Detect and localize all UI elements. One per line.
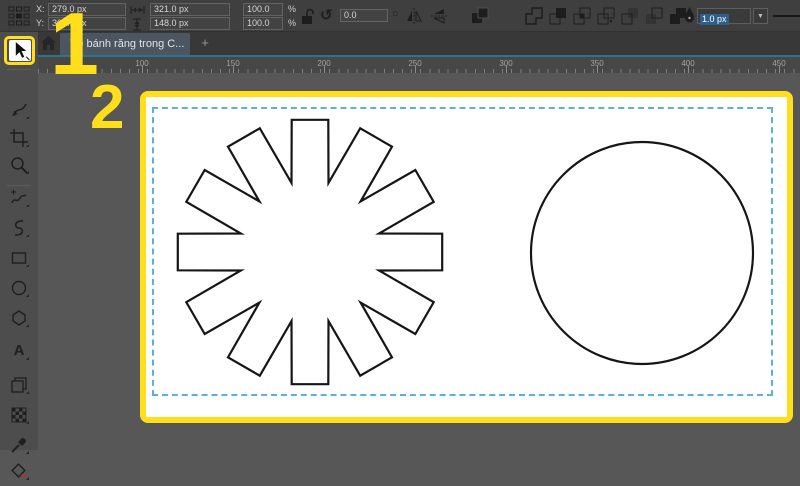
outline-style-preview[interactable] xyxy=(773,15,800,17)
outline-width-combo[interactable]: 1.0 px xyxy=(697,8,751,25)
toolbox: A xyxy=(0,32,38,480)
rectangle-tool[interactable] xyxy=(9,248,29,268)
y-label: Y: xyxy=(36,18,45,28)
smart-fill-tool[interactable] xyxy=(9,461,29,481)
smart-drawing-tool[interactable] xyxy=(9,218,29,238)
new-tab-button[interactable]: + xyxy=(196,35,214,50)
object-position-icon xyxy=(8,6,30,26)
outline-width-dropdown-arrow[interactable]: ▼ xyxy=(753,8,768,24)
ruler-major-tick xyxy=(415,66,416,73)
weld-button[interactable] xyxy=(524,6,544,26)
text-tool[interactable]: A xyxy=(9,341,29,361)
trim-button[interactable] xyxy=(548,6,568,26)
percent-h-label: % xyxy=(288,4,297,14)
ruler-major-tick xyxy=(688,66,689,73)
intersect-button[interactable] xyxy=(572,6,592,26)
shape-tool[interactable] xyxy=(9,100,29,120)
pick-tool[interactable] xyxy=(8,40,31,61)
object-height-icon xyxy=(132,18,142,31)
transparency-tool[interactable] xyxy=(9,405,29,425)
back-minus-front-button[interactable] xyxy=(644,6,664,26)
ellipse-tool[interactable] xyxy=(9,278,29,298)
drawing-window xyxy=(38,73,800,450)
ruler-major-tick xyxy=(506,66,507,73)
document-tab-bar: Vẽ bánh răng trong C... + xyxy=(38,32,800,55)
ruler-major-tick xyxy=(597,66,598,73)
ruler-major-tick xyxy=(324,66,325,73)
ellipse-status-icon: ○ xyxy=(392,8,399,20)
contour-tool[interactable] xyxy=(9,375,29,395)
outline-width-icon xyxy=(684,6,695,26)
polygon-tool[interactable] xyxy=(9,308,29,328)
tab-accent-line xyxy=(38,55,800,57)
zoom-tool[interactable] xyxy=(9,155,29,175)
property-bar: X: Y: 279.0 px 305.5 px 321.0 px 148.0 p… xyxy=(0,0,800,32)
scale-h-field[interactable]: 100.0 xyxy=(243,2,283,16)
percent-v-label: % xyxy=(288,18,297,28)
x-label: X: xyxy=(36,4,45,14)
freehand-tool[interactable] xyxy=(9,188,29,208)
rotation-angle-field[interactable]: 0.0 xyxy=(340,9,388,22)
page-shapes xyxy=(176,118,755,386)
group-objects-button[interactable] xyxy=(470,6,490,26)
object-width-field[interactable]: 321.0 px xyxy=(150,2,230,16)
mirror-horizontal-button[interactable] xyxy=(404,6,424,26)
step-2-annotation: 2 xyxy=(90,73,125,142)
circle-shape[interactable] xyxy=(529,140,755,366)
outline-width-value: 1.0 px xyxy=(700,14,729,25)
ruler-major-tick xyxy=(142,66,143,73)
gear-shape[interactable] xyxy=(176,118,444,386)
crop-tool[interactable] xyxy=(9,128,29,148)
scale-v-field[interactable]: 100.0 xyxy=(243,17,283,30)
horizontal-ruler: 100 150 200 250 300 350 400 450 xyxy=(38,57,800,73)
ruler-major-tick xyxy=(233,66,234,73)
rotate-icon: ↺ xyxy=(320,7,333,24)
object-height-field[interactable]: 148.0 px xyxy=(150,17,230,30)
ruler-major-tick xyxy=(779,66,780,73)
lock-ratio-icon[interactable] xyxy=(300,7,315,25)
object-width-icon xyxy=(130,5,145,15)
color-eyedropper-tool[interactable] xyxy=(9,435,29,455)
front-minus-back-button[interactable] xyxy=(620,6,640,26)
drawing-page xyxy=(140,91,793,423)
mirror-vertical-button[interactable] xyxy=(429,6,449,26)
simplify-button[interactable] xyxy=(596,6,616,26)
